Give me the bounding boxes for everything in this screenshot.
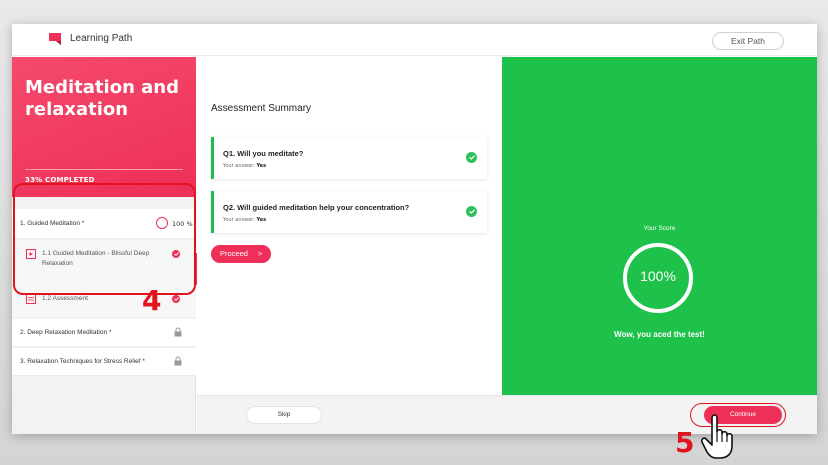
brand-logo-icon [49,33,61,45]
chevron-right-icon: > [258,249,263,258]
lock-icon [174,356,182,366]
question-text: Q2. Will guided meditation help your con… [223,203,410,212]
score-label: Your Score [643,225,676,232]
annotation-highlight-box [13,183,196,295]
score-message: Wow, you aced the test! [614,330,705,339]
question-text: Q1. Will you meditate? [223,149,304,158]
exit-path-button[interactable]: Exit Path [712,32,784,50]
pointer-hand-icon [701,414,733,459]
brand-title: Learning Path [70,33,133,44]
annotation-step-number: 4 [142,284,162,317]
question-card: Q1. Will you meditate? Your answer: Yes [211,137,487,179]
correct-check-icon [466,206,477,217]
answer-value: Yes [256,163,267,169]
course-hero: Meditation and relaxation 33% COMPLETED [12,57,196,197]
quiz-icon [26,294,36,304]
module-label: 3. Relaxation Techniques for Stress Reli… [20,358,145,365]
question-card: Q2. Will guided meditation help your con… [211,191,487,233]
answer-value: Yes [256,217,267,223]
top-header: Learning Path Exit Path [12,24,817,56]
answer-line: Your answer: Yes [223,163,266,169]
assessment-summary-panel: Assessment Summary Q1. Will you meditate… [197,57,502,401]
sidebar-module-deep-relaxation[interactable]: 2. Deep Relaxation Meditation * [12,319,196,347]
skip-button[interactable]: Skip [246,406,322,424]
course-title: Meditation and relaxation [25,77,179,120]
correct-check-icon [466,152,477,163]
lock-icon [174,327,182,337]
hero-divider [25,169,183,170]
lesson-label: 1.2 Assessment [42,295,88,302]
annotation-step-number: 5 [675,426,695,459]
score-value: 100% [640,268,676,284]
module-label: 2. Deep Relaxation Meditation * [20,329,112,336]
score-panel: Your Score 100% Wow, you aced the test! [502,57,817,395]
proceed-button[interactable]: Proceed > [211,245,271,263]
proceed-label: Proceed [220,249,248,258]
completed-check-icon [172,295,180,303]
score-ring: 100% [623,243,693,313]
sidebar-module-relaxation-techniques[interactable]: 3. Relaxation Techniques for Stress Reli… [12,348,196,376]
assessment-summary-title: Assessment Summary [211,103,312,114]
answer-label: Your answer: [223,163,255,169]
answer-label: Your answer: [223,217,255,223]
answer-line: Your answer: Yes [223,217,266,223]
